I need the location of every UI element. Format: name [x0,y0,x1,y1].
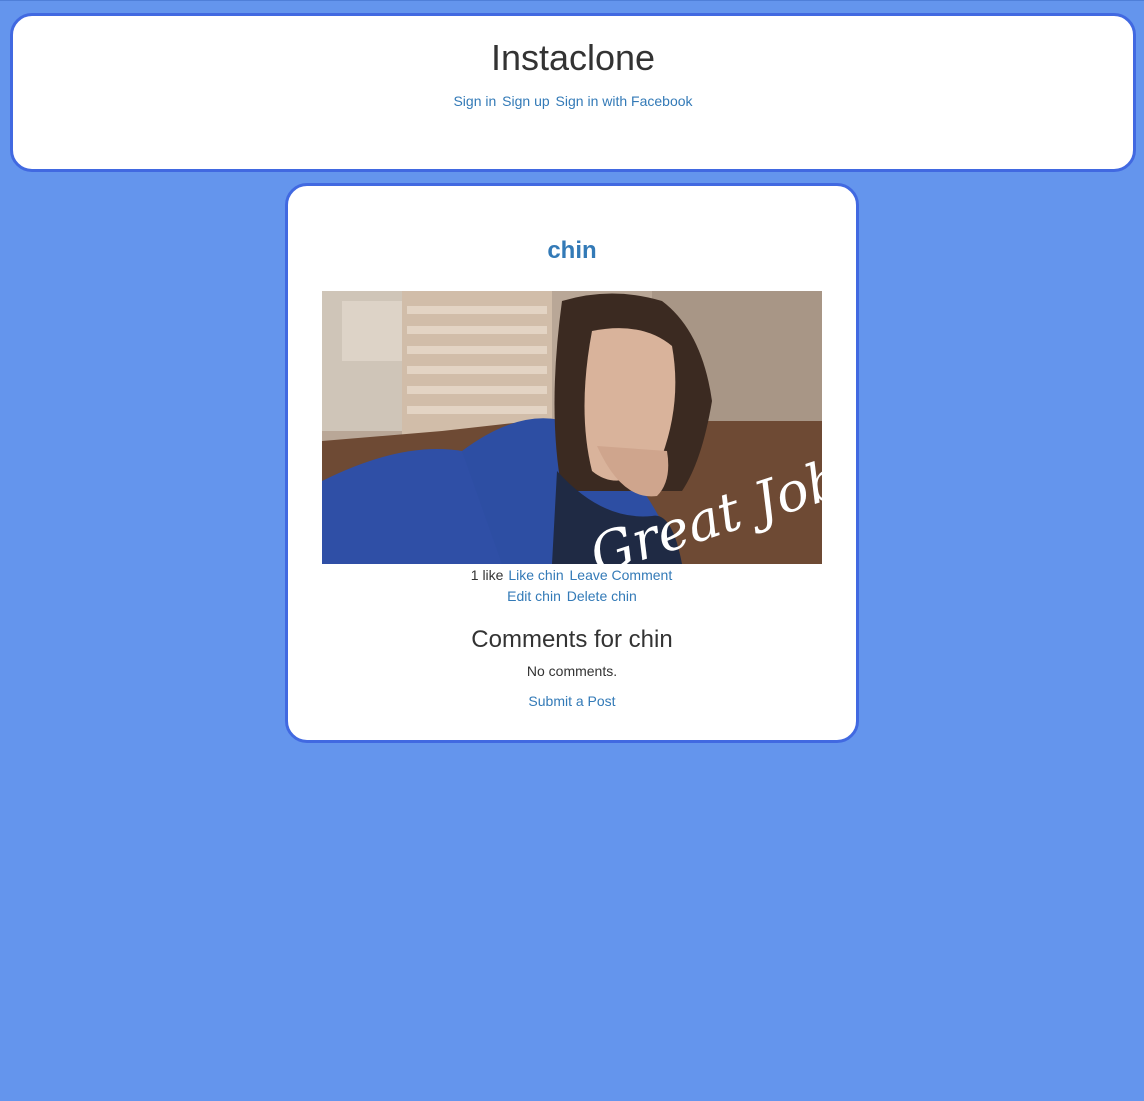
likes-count: 1 like [470,567,504,583]
post-card: chin Great Job! 1 like Like chin Leave C… [285,183,859,743]
comments-heading: Comments for chin [471,626,673,653]
like-link[interactable]: Like chin [508,567,563,583]
site-title: Instaclone [490,37,656,78]
submit-post-link[interactable]: Submit a Post [528,693,615,709]
leave-comment-link[interactable]: Leave Comment [570,567,673,583]
site-header: Instaclone Sign in Sign up Sign in with … [10,13,1136,172]
top-edge [0,0,1144,1]
delete-post-link[interactable]: Delete chin [567,588,637,604]
sign-up-link[interactable]: Sign up [502,93,549,109]
post-admin-row: Edit chin Delete chin [288,586,856,606]
auth-links: Sign in Sign up Sign in with Facebook [13,93,1133,109]
post-actions-row: 1 like Like chin Leave Comment [288,565,856,585]
post-photo: Great Job! [322,291,822,564]
edit-post-link[interactable]: Edit chin [507,588,561,604]
no-comments-text: No comments. [526,663,618,679]
sign-in-facebook-link[interactable]: Sign in with Facebook [556,93,693,109]
post-title-link[interactable]: chin [288,237,856,265]
post-image: Great Job! [322,291,822,564]
sign-in-link[interactable]: Sign in [453,93,496,109]
